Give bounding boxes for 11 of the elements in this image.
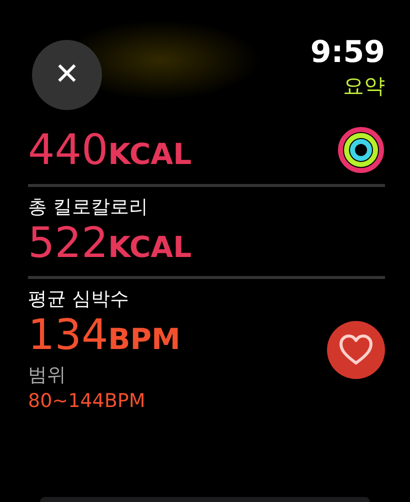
activity-rings-icon	[337, 126, 385, 174]
close-button[interactable]: ✕	[32, 40, 102, 110]
metric-value: 440KCAL	[28, 127, 192, 174]
screen-title: 요약	[343, 73, 385, 100]
metric-value: 522 KCAL	[28, 220, 192, 266]
range-value: 80~144BPM	[28, 388, 146, 414]
range-label: 범위	[28, 363, 67, 388]
metric-label: 평균 심박수	[28, 287, 130, 312]
metric-value: 134BPM	[28, 312, 180, 358]
metric-label: 총 킬로칼로리	[28, 195, 150, 220]
clock-time: 9:59	[310, 36, 385, 69]
